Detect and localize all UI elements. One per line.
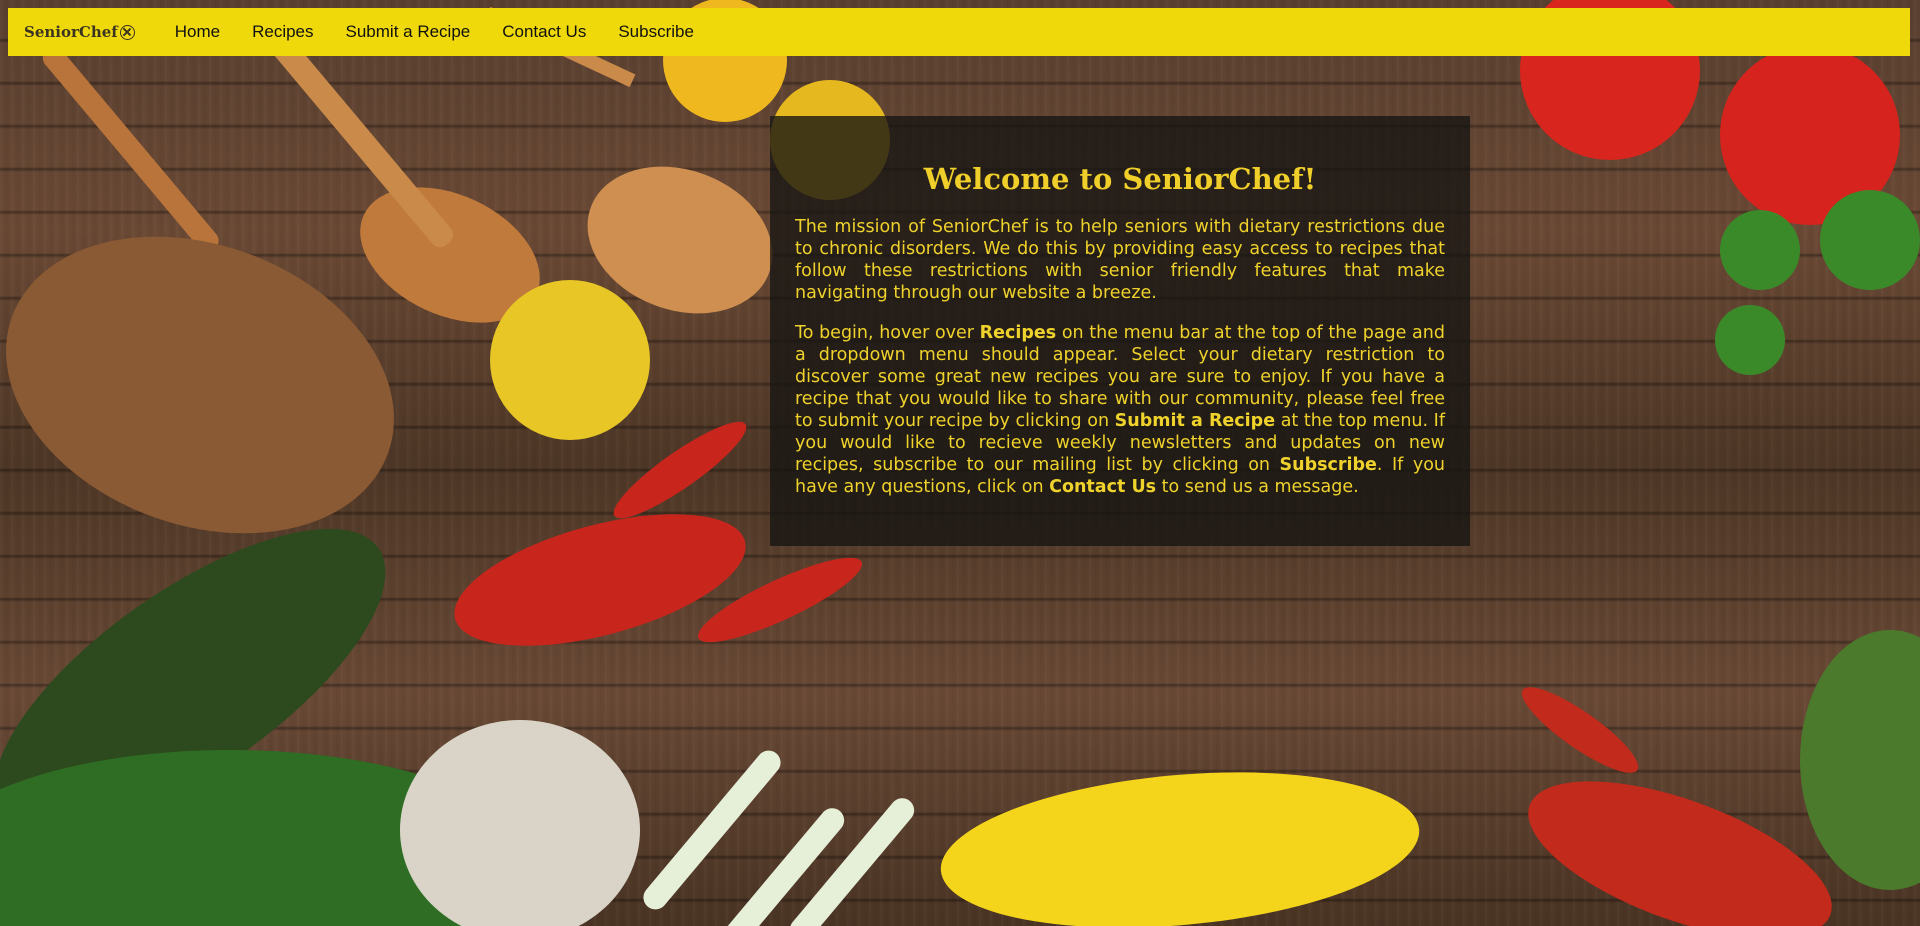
nav-submit-recipe-link[interactable]: Submit a Recipe <box>330 22 487 42</box>
recipes-emphasis: Recipes <box>979 323 1057 343</box>
corn <box>940 772 1420 926</box>
top-navigation-bar: SeniorChef Home Recipes Submit a Recipe … <box>8 8 1910 56</box>
lemon <box>490 280 650 440</box>
lettuce <box>1800 630 1920 890</box>
contact-us-emphasis: Contact Us <box>1049 477 1157 497</box>
dill <box>0 750 530 926</box>
nav-recipes-link[interactable]: Recipes <box>236 22 329 42</box>
instructions-paragraph: To begin, hover over Recipes on the menu… <box>795 322 1445 498</box>
parsley <box>1715 190 1920 375</box>
coconut <box>6 236 394 534</box>
brand-name[interactable]: SeniorChef <box>24 23 118 41</box>
crayfish <box>1521 687 1832 926</box>
brand-logo[interactable]: SeniorChef <box>24 23 135 41</box>
subscribe-emphasis: Subscribe <box>1279 455 1377 475</box>
circle-x-icon <box>119 24 135 40</box>
wooden-spoon-right <box>262 25 773 314</box>
garlic <box>400 720 640 926</box>
green-onions <box>643 750 915 926</box>
nav-home-link[interactable]: Home <box>159 22 236 42</box>
nav-contact-us-link[interactable]: Contact Us <box>486 22 602 42</box>
welcome-panel: Welcome to SeniorChef! The mission of Se… <box>770 116 1470 546</box>
nav-subscribe-link[interactable]: Subscribe <box>602 22 710 42</box>
zucchini <box>0 528 386 832</box>
tomato <box>1720 45 1900 225</box>
mission-paragraph: The mission of SeniorChef is to help sen… <box>795 217 1445 303</box>
instructions-text: To begin, hover over <box>795 323 980 343</box>
wooden-spoon-left <box>42 46 540 323</box>
instructions-text: to send us a message. <box>1156 477 1359 497</box>
welcome-title: Welcome to SeniorChef! <box>923 162 1317 196</box>
submit-recipe-emphasis: Submit a Recipe <box>1114 411 1276 431</box>
